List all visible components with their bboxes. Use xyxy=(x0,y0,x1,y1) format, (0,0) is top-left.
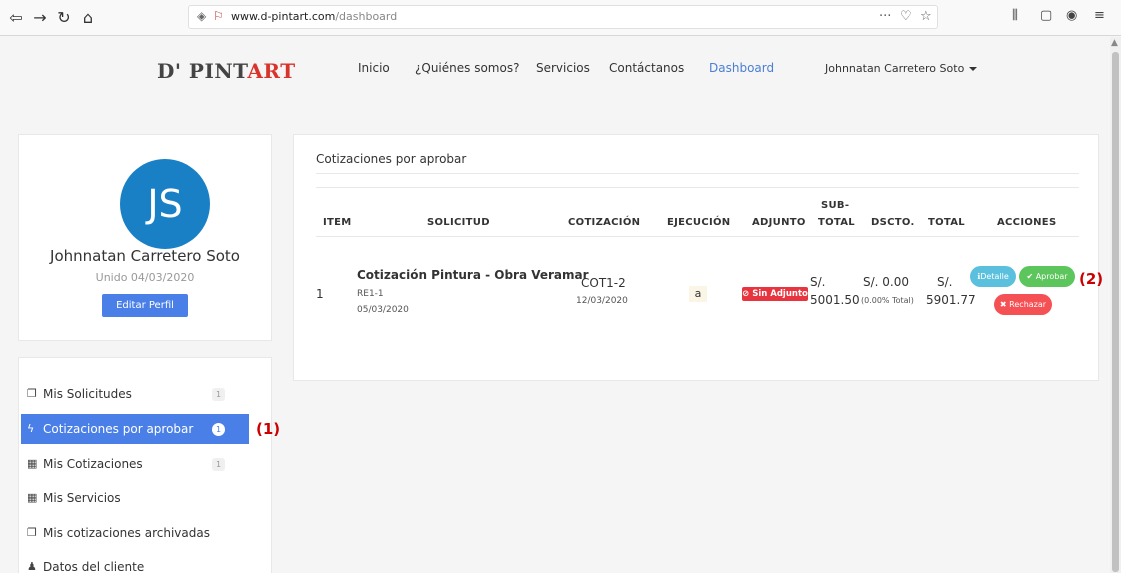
reload-icon[interactable]: ↻ xyxy=(52,6,76,30)
logo-main: D' PINT xyxy=(157,59,248,83)
col-header-subtotal-line1: SUB- xyxy=(821,200,850,211)
check-icon: ✔ xyxy=(1026,272,1036,281)
row-subtotal-value: 5001.50 xyxy=(810,293,860,307)
col-header-adjunto: ADJUNTO xyxy=(752,217,806,228)
menu-item-cotizaciones-archivadas[interactable]: ❐ Mis cotizaciones archivadas xyxy=(21,518,249,548)
browser-toolbar: ⇦ → ↻ ⌂ ◈ ⚐ www.d-pintart.com/dashboard … xyxy=(0,0,1121,36)
detalle-label: Detalle xyxy=(980,272,1009,281)
detalle-button[interactable]: ℹDetalle xyxy=(970,266,1016,287)
nav-inicio[interactable]: Inicio xyxy=(358,61,390,75)
menu-item-badge: 1 xyxy=(212,458,225,471)
row-subtotal-currency: S/. xyxy=(810,275,826,289)
menu-item-mis-servicios[interactable]: ▦ Mis Servicios xyxy=(21,483,249,513)
row-total-value: 5901.77 xyxy=(926,293,976,307)
annotation-2: (2) xyxy=(1079,270,1104,288)
copy-icon: ❐ xyxy=(27,526,37,539)
nav-servicios[interactable]: Servicios xyxy=(536,61,590,75)
col-header-acciones: ACCIONES xyxy=(997,217,1057,228)
nav-user-dropdown[interactable]: Johnnatan Carretero Soto xyxy=(825,62,978,75)
card-title: Cotizaciones por aprobar xyxy=(316,152,467,166)
scroll-up-icon[interactable]: ▲ xyxy=(1111,38,1118,48)
col-header-cotizacion: COTIZACIÓN xyxy=(568,217,641,228)
user-icon: ♟ xyxy=(27,560,37,573)
col-header-dscto: DSCTO. xyxy=(871,217,915,228)
menu-item-badge: 1 xyxy=(212,423,225,436)
divider xyxy=(316,236,1079,237)
home-icon[interactable]: ⌂ xyxy=(76,6,100,30)
more-icon[interactable]: ··· xyxy=(879,9,891,24)
menu-item-mis-cotizaciones[interactable]: ▦ Mis Cotizaciones 1 xyxy=(21,449,249,479)
rechazar-label: Rechazar xyxy=(1009,300,1047,309)
calculator-icon: ▦ xyxy=(27,457,38,470)
profile-joined-date: Unido 04/03/2020 xyxy=(95,271,195,284)
url-bar[interactable]: ◈ ⚐ www.d-pintart.com/dashboard ··· ♡ ☆ xyxy=(188,5,938,29)
col-header-ejecucion: EJECUCIÓN xyxy=(667,217,731,228)
shield-icon[interactable]: ◈ xyxy=(197,9,206,23)
times-icon: ✖ xyxy=(999,300,1010,309)
nav-dashboard[interactable]: Dashboard xyxy=(709,61,774,75)
menu-item-cotizaciones-por-aprobar[interactable]: ϟ Cotizaciones por aprobar 1 xyxy=(21,414,249,444)
pocket-icon[interactable]: ♡ xyxy=(900,9,912,24)
bookmark-star-icon[interactable]: ☆ xyxy=(920,9,932,24)
menu-item-label: Mis Servicios xyxy=(43,491,121,505)
aprobar-button[interactable]: ✔ Aprobar xyxy=(1019,266,1075,287)
divider xyxy=(316,173,1079,174)
nav-user-name: Johnnatan Carretero Soto xyxy=(825,62,965,75)
menu-item-badge: 1 xyxy=(212,388,225,401)
menu-item-mis-solicitudes[interactable]: ❐ Mis Solicitudes 1 xyxy=(21,379,249,409)
avatar[interactable]: JS xyxy=(120,159,210,249)
nav-contactanos[interactable]: Contáctanos xyxy=(609,61,684,75)
library-icon[interactable]: ⫼ xyxy=(1012,8,1018,23)
row-ejecucion-badge: a xyxy=(689,286,707,302)
col-header-item: ITEM xyxy=(323,217,352,228)
row-total-currency: S/. xyxy=(937,275,953,289)
menu-item-label: Cotizaciones por aprobar xyxy=(43,422,194,436)
row-dscto-note: (0.00% Total) xyxy=(861,296,914,305)
menu-item-label: Mis cotizaciones archivadas xyxy=(43,526,210,540)
nav-quienes-somos[interactable]: ¿Quiénes somos? xyxy=(415,61,519,75)
url-path: /dashboard xyxy=(335,10,398,23)
profile-name: Johnnatan Carretero Soto xyxy=(50,247,240,265)
menu-item-label: Mis Cotizaciones xyxy=(43,457,143,471)
menu-item-label: Mis Solicitudes xyxy=(43,387,132,401)
url-host: www.d-pintart.com xyxy=(231,10,336,23)
col-header-total: TOTAL xyxy=(928,217,965,228)
url-text[interactable]: www.d-pintart.com/dashboard xyxy=(231,10,397,23)
ban-icon: ⊘ xyxy=(742,289,753,299)
col-header-solicitud: SOLICITUD xyxy=(427,217,490,228)
caret-down-icon xyxy=(969,67,978,71)
insecure-lock-icon[interactable]: ⚐ xyxy=(213,9,224,23)
site-logo[interactable]: D' PINTART xyxy=(157,59,296,83)
row-solicitud-title: Cotización Pintura - Obra Veramar xyxy=(357,268,589,282)
rechazar-button[interactable]: ✖ Rechazar xyxy=(994,294,1052,315)
row-cotizacion-date: 12/03/2020 xyxy=(576,296,628,306)
back-icon[interactable]: ⇦ xyxy=(4,6,28,30)
quotes-card: Cotizaciones por aprobar xyxy=(293,134,1099,381)
col-header-subtotal-line2: TOTAL xyxy=(818,217,855,228)
menu-item-datos-del-cliente[interactable]: ♟ Datos del cliente xyxy=(21,552,249,573)
edit-profile-button[interactable]: Editar Perfil xyxy=(102,294,188,317)
row-adjunto-badge: ⊘ Sin Adjunto xyxy=(742,287,808,301)
bolt-icon: ϟ xyxy=(27,422,35,435)
annotation-1: (1) xyxy=(256,420,281,438)
menu-icon[interactable]: ≡ xyxy=(1094,8,1105,23)
row-item-number: 1 xyxy=(316,287,324,301)
row-dscto-value: S/. 0.00 xyxy=(863,275,910,289)
forward-icon[interactable]: → xyxy=(28,6,52,30)
row-solicitud-code: RE1-1 xyxy=(357,289,384,299)
calculator-icon: ▦ xyxy=(27,491,38,504)
scrollbar-thumb[interactable] xyxy=(1112,52,1119,572)
sidebar-icon[interactable]: ▢ xyxy=(1040,8,1052,23)
logo-accent: ART xyxy=(247,59,296,83)
row-cotizacion-code: COT1-2 xyxy=(581,276,626,290)
divider xyxy=(316,187,1079,188)
copy-icon: ❐ xyxy=(27,387,37,400)
aprobar-label: Aprobar xyxy=(1035,272,1068,281)
page: D' PINTART Inicio ¿Quiénes somos? Servic… xyxy=(0,37,1110,573)
account-icon[interactable]: ◉ xyxy=(1066,8,1077,23)
menu-item-label: Datos del cliente xyxy=(43,560,145,573)
row-solicitud-date: 05/03/2020 xyxy=(357,305,409,315)
row-adjunto-label: Sin Adjunto xyxy=(752,289,808,299)
